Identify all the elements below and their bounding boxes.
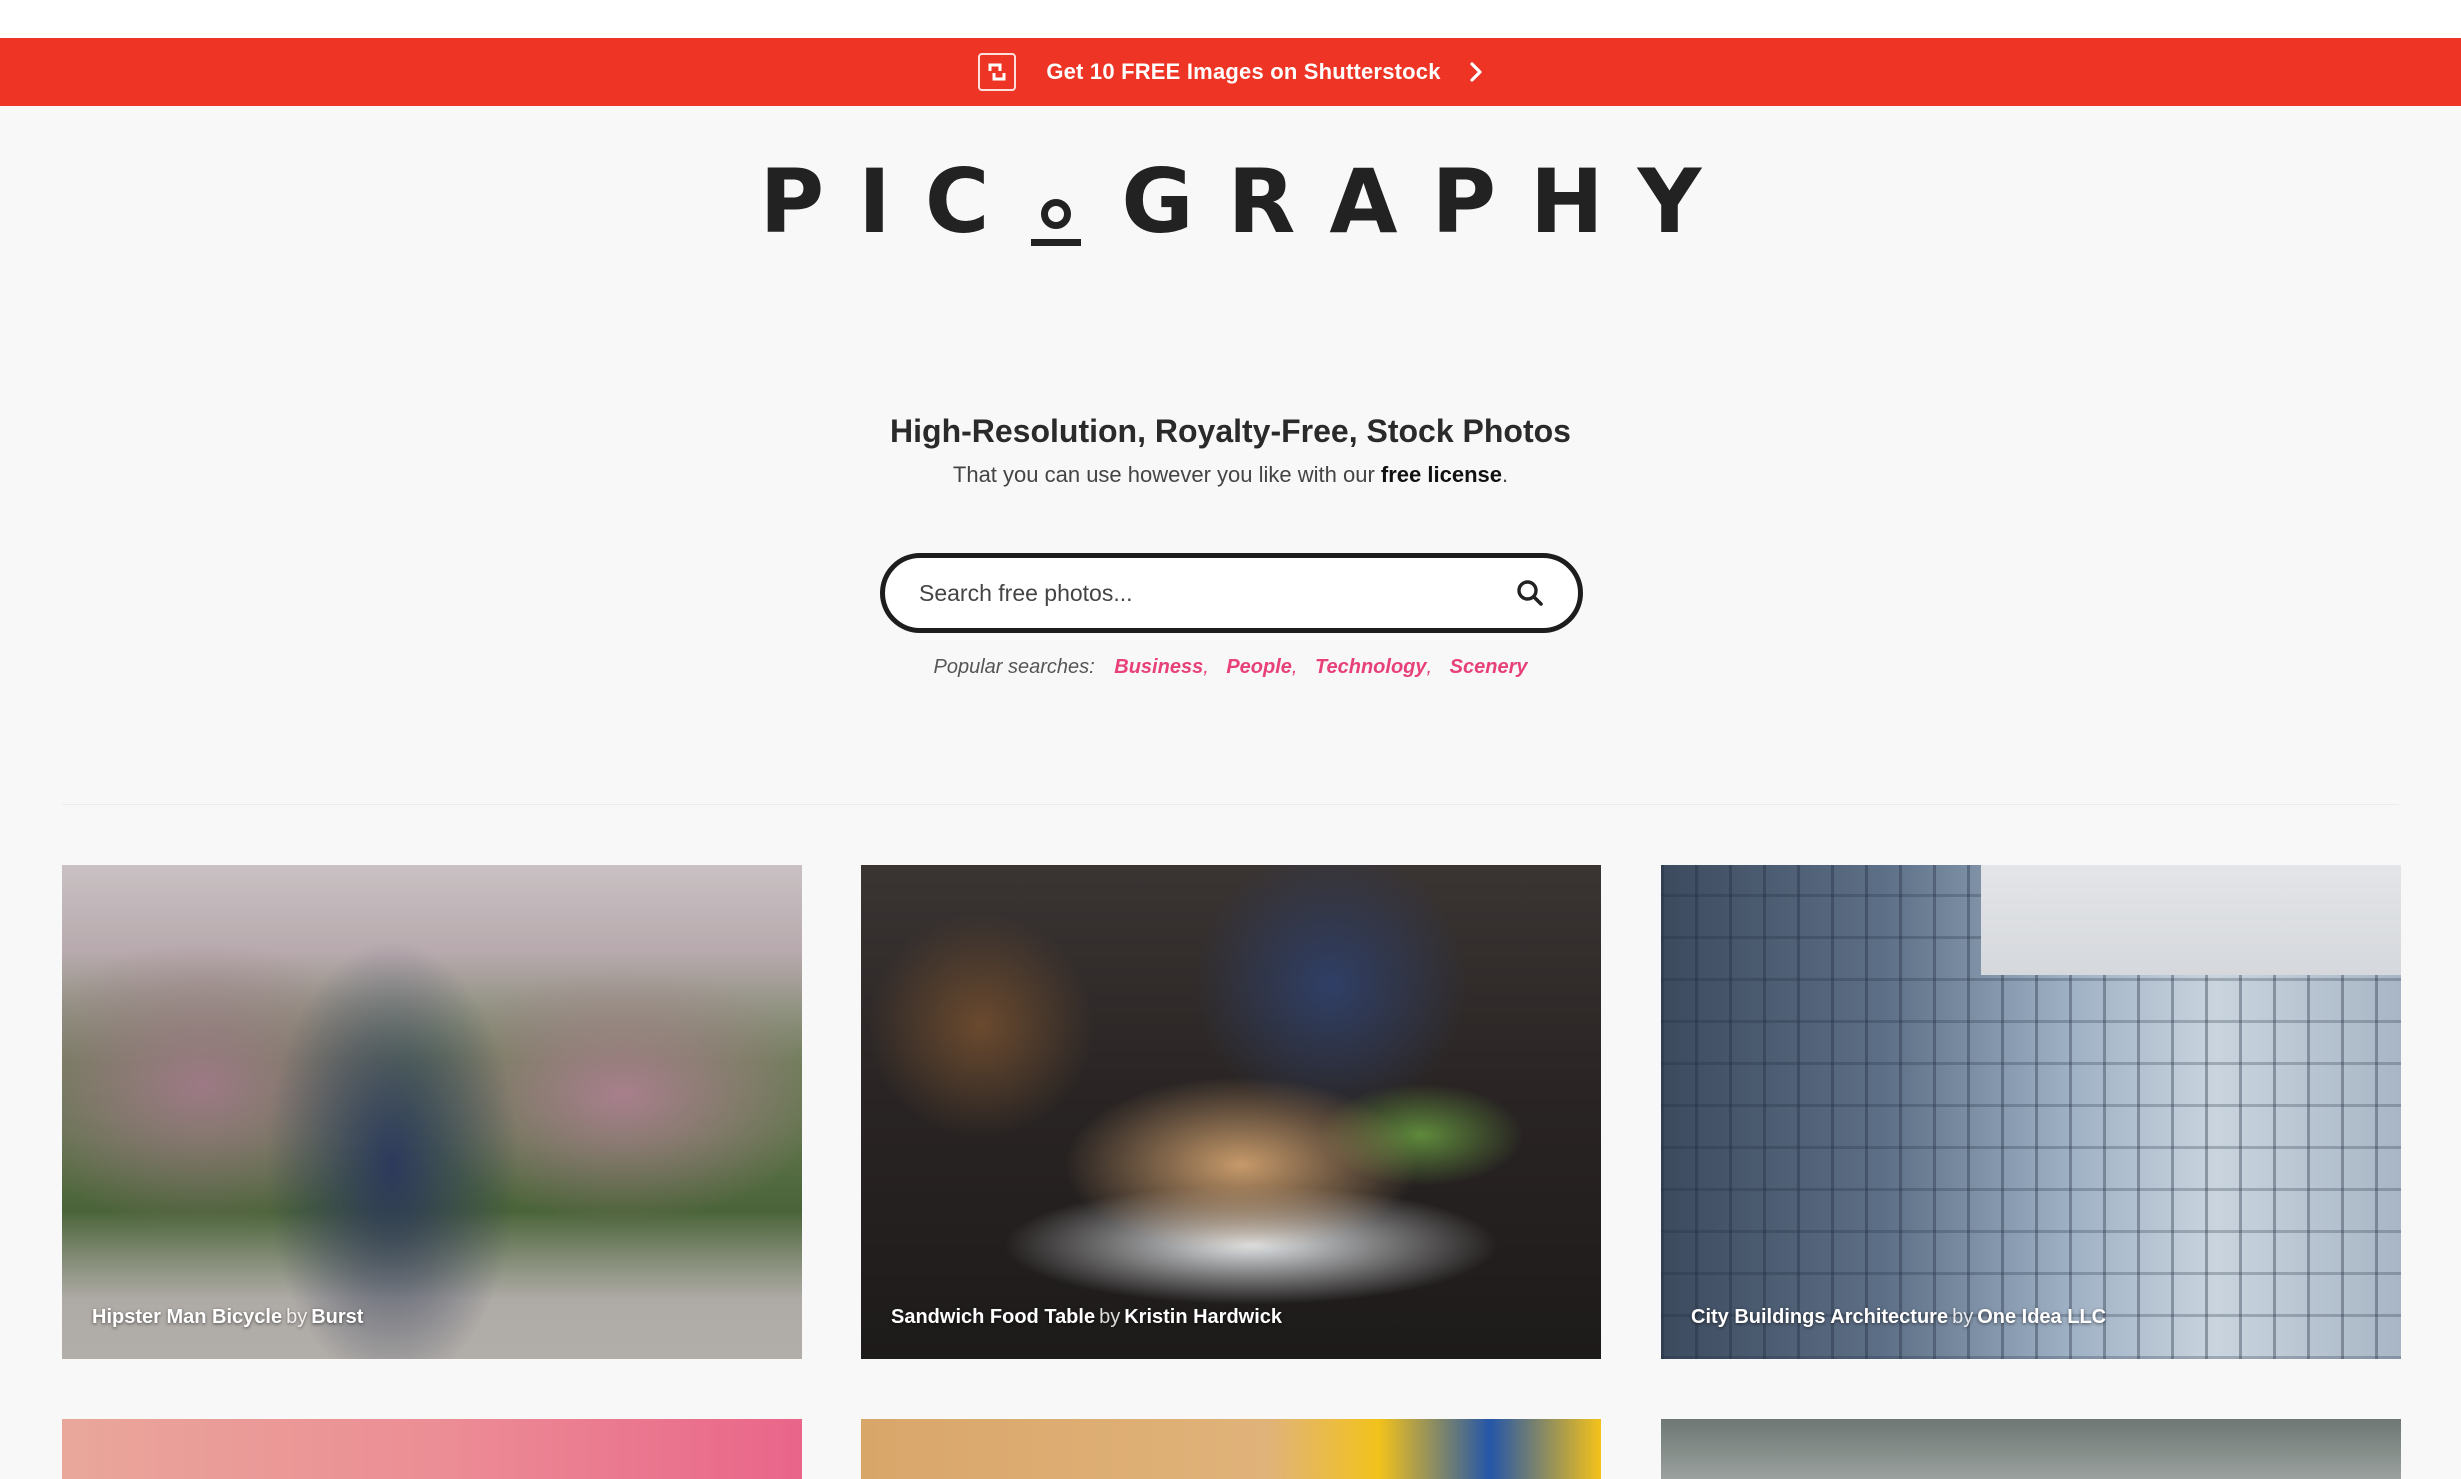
- subline-prefix: That you can use however you like with o…: [952, 462, 1375, 487]
- photo-card-hipster-man-bicycle[interactable]: Hipster Man Bicycle by Burst: [62, 865, 802, 1359]
- photo-caption: Sandwich Food Table by Kristin Hardwick: [891, 1306, 1283, 1328]
- popular-search-business[interactable]: Business: [1114, 656, 1203, 678]
- popular-searches: Popular searches: Business, People, Tech…: [933, 656, 1528, 678]
- popular-search-scenery[interactable]: Scenery: [1450, 656, 1528, 678]
- photo-sky-area: [1981, 865, 2401, 975]
- search-icon[interactable]: [1512, 575, 1548, 611]
- search-bar: [880, 553, 1583, 633]
- section-divider: [62, 804, 2399, 805]
- search-input[interactable]: [919, 579, 1512, 607]
- picography-logo[interactable]: PIC GRAPHY: [0, 158, 2461, 246]
- camera-o-mark-icon: [1025, 158, 1087, 246]
- photo-title: Hipster Man Bicycle: [92, 1306, 283, 1328]
- photo-author[interactable]: One Idea LLC: [1977, 1306, 2106, 1328]
- promo-banner-text: Get 10 FREE Images on Shutterstock: [1046, 59, 1441, 84]
- photo-card-partial-2[interactable]: [861, 1419, 1601, 1479]
- photo-caption: City Buildings Architecture by One Idea LL…: [1691, 1306, 2107, 1328]
- photo-title: City Buildings Architecture: [1691, 1306, 1949, 1328]
- photo-card-city-buildings-architecture[interactable]: City Buildings Architecture by One Idea LL…: [1661, 865, 2401, 1359]
- chevron-right-icon: [1469, 62, 1483, 82]
- logo-text-right: GRAPHY: [1121, 150, 1736, 253]
- browser-top-strip: [0, 0, 2461, 38]
- photo-caption: Hipster Man Bicycle by Burst: [92, 1306, 364, 1328]
- popular-searches-label: Popular searches:: [933, 656, 1095, 678]
- photo-card-partial-3[interactable]: [1661, 1419, 2401, 1479]
- free-license-link[interactable]: free license: [1381, 462, 1502, 487]
- photo-title: Sandwich Food Table: [891, 1306, 1096, 1328]
- photo-author[interactable]: Burst: [311, 1306, 363, 1328]
- photo-card-sandwich-food-table[interactable]: Sandwich Food Table by Kristin Hardwick: [861, 865, 1601, 1359]
- photo-card-partial-1[interactable]: [62, 1419, 802, 1479]
- photo-author[interactable]: Kristin Hardwick: [1124, 1306, 1282, 1328]
- popular-search-technology[interactable]: Technology: [1315, 656, 1426, 678]
- shutterstock-promo-banner[interactable]: Get 10 FREE Images on Shutterstock: [0, 38, 2461, 106]
- logo-text-left: PIC: [759, 150, 1024, 253]
- hero-subline: That you can use however you like with o…: [0, 462, 2461, 488]
- hero-tagline: High-Resolution, Royalty-Free, Stock Pho…: [890, 413, 1571, 449]
- shutterstock-logo-icon: [978, 53, 1017, 91]
- subline-suffix: .: [1501, 462, 1509, 487]
- popular-search-people[interactable]: People: [1226, 656, 1292, 678]
